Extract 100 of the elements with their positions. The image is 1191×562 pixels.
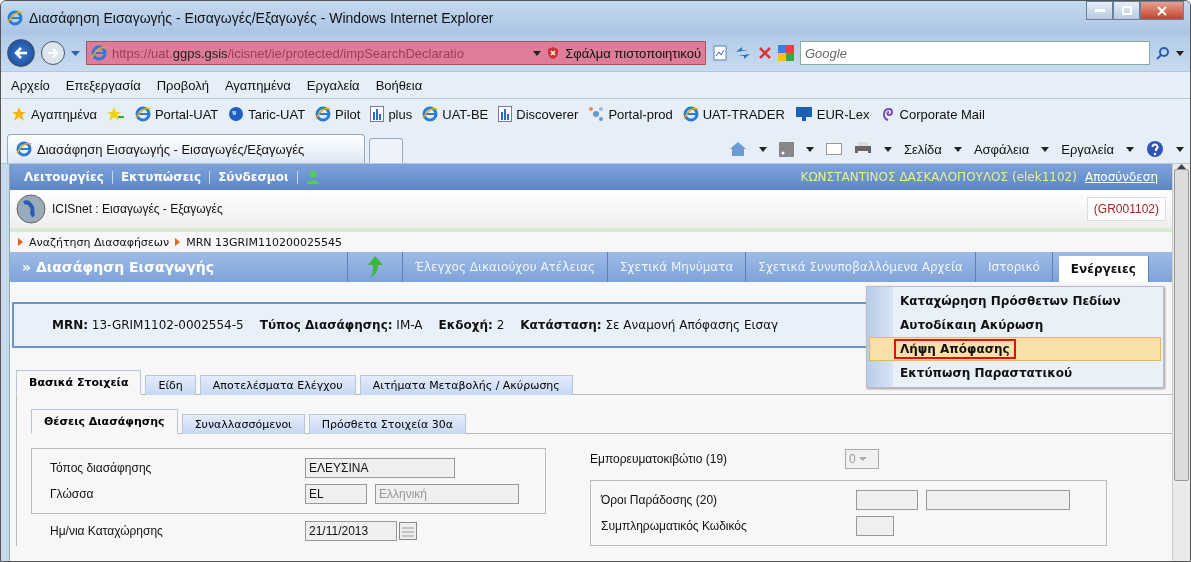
shield-error-icon — [546, 46, 561, 60]
tab[interactable]: Πρόσθετα Στοιχεία 30α — [308, 414, 466, 434]
field-label: Ημ/νια Καταχώρησης — [50, 524, 164, 538]
browser-icon — [422, 106, 439, 122]
input-field[interactable] — [856, 490, 918, 510]
summary-field: Τύπος Διασάφησης: IM-A — [259, 318, 423, 332]
close-button[interactable] — [1140, 1, 1184, 20]
browser-icon — [315, 106, 332, 122]
calendar-icon[interactable] — [399, 522, 417, 540]
section-title: » Διασάφηση Εισαγωγής — [10, 252, 348, 282]
menu-item[interactable]: Καταχώρηση Πρόσθετων Πεδίων — [869, 289, 1161, 313]
stop-icon[interactable] — [758, 46, 772, 60]
caret-icon — [883, 146, 892, 152]
menu-item[interactable]: Λήψη Απόφασης — [869, 337, 1161, 361]
tab[interactable]: Θέσεις Διασάφησης — [31, 409, 178, 434]
dropdown-icon[interactable] — [71, 50, 80, 56]
tab[interactable]: Αιτήματα Μεταβολής / Ακύρωσης — [359, 375, 573, 395]
menu-item[interactable]: Επεξεργασία — [65, 77, 141, 93]
favorite-link[interactable]: Taric-UAT — [228, 106, 306, 122]
certificate-error[interactable]: Σφάλμα πιστοποιητικού — [565, 45, 701, 61]
command-menu[interactable]: Εργαλεία — [1061, 141, 1114, 157]
favorite-link[interactable]: EUR-Lex — [794, 106, 870, 122]
star-icon — [11, 106, 27, 122]
field-label: Συμπληρωματικός Κωδικός — [601, 519, 748, 533]
menu-item[interactable]: Εκτύπωση Παραστατικού — [869, 361, 1161, 385]
menu-item[interactable]: Αγαπημένα — [224, 77, 291, 93]
forward-button[interactable] — [41, 41, 65, 65]
favorite-link[interactable]: Portal-UAT — [134, 106, 219, 122]
breadcrumb-link[interactable]: MRN 13GRIM110200025545 — [186, 235, 342, 249]
favorites-button[interactable]: Αγαπημένα — [11, 106, 97, 122]
search-field[interactable]: Google — [800, 41, 1150, 65]
search-icon[interactable] — [1156, 46, 1170, 60]
browser-icon — [7, 10, 23, 26]
input-field[interactable] — [856, 516, 894, 536]
field-label: Τόπος διασάφησης — [50, 461, 153, 475]
user-name: ΚΩΝΣΤΑΝΤΙΝΟΣ ΔΑΣΚΑΛΟΠΟΥΛΟΣ (elek1102) — [800, 170, 1077, 184]
input-field[interactable]: EL — [305, 484, 367, 504]
chart-icon — [370, 106, 385, 122]
menu-item[interactable]: Βοήθεια — [375, 77, 423, 93]
caret-icon — [1126, 146, 1134, 152]
address-bar[interactable]: https://uat.ggps.gsis/icisnet/ie/protected/impSearchDeclaratio Σφάλμα πιστοποιητικού — [86, 41, 706, 65]
maximize-button[interactable] — [1113, 1, 1140, 20]
favorite-link[interactable]: Portal-prod — [588, 106, 673, 122]
caret-icon — [533, 50, 542, 56]
input-field[interactable] — [926, 490, 1070, 510]
menu-item[interactable]: Αυτοδίκαιη Ακύρωση — [869, 313, 1161, 337]
caret-icon — [1176, 146, 1184, 152]
compatibility-icon[interactable] — [712, 45, 728, 61]
summary-field: Εκδοχή: 2 — [438, 318, 505, 332]
favorite-link[interactable]: UAT-TRADER — [682, 106, 785, 122]
menu-item[interactable]: Αρχείο — [11, 77, 50, 93]
globe-logo-icon — [16, 194, 46, 224]
arrow-icon — [18, 238, 23, 246]
field-label: Γλώσσα — [50, 487, 95, 501]
caret-icon — [858, 457, 867, 461]
favorite-link[interactable]: Discoverer — [498, 106, 579, 122]
tab[interactable]: Συναλλασσόμενοι — [181, 414, 305, 434]
caret-icon — [1176, 50, 1184, 56]
command-menu[interactable]: Σελίδα — [903, 141, 942, 157]
home-icon[interactable] — [728, 141, 747, 157]
office-code: (GR001102) — [1086, 197, 1166, 221]
back-button[interactable] — [7, 39, 35, 67]
close-icon — [1157, 5, 1167, 16]
caret-icon — [758, 146, 767, 152]
browser-icon — [682, 106, 699, 122]
breadcrumb-link[interactable]: Αναζήτηση Διασαφήσεων — [29, 235, 170, 249]
favorite-link[interactable]: UAT-BE — [422, 106, 489, 122]
browser-icon — [16, 141, 32, 157]
browser-tab[interactable]: Διασάφηση Εισαγωγής - Εισαγωγές/Εξαγωγές — [7, 134, 365, 163]
date-field[interactable]: 21/11/2013 — [305, 521, 397, 541]
caret-icon — [953, 146, 962, 152]
nav-tab[interactable]: Ενέργειες — [1058, 256, 1149, 282]
chart-icon — [498, 106, 513, 122]
minimize-icon — [1094, 9, 1105, 12]
summary-field: MRN: 13-GRIM1102-0002554-5 — [52, 318, 244, 332]
menu-item[interactable]: Εργαλεία — [306, 77, 360, 93]
app-title: ICISnet : Εισαγωγές - Εξαγωγές — [52, 202, 224, 216]
scrollbar[interactable] — [1172, 164, 1190, 561]
field-label: Εμπορευματοκιβώτιο (19) — [590, 452, 729, 466]
command-menu[interactable]: Ασφάλεια — [973, 141, 1030, 157]
caret-icon — [805, 146, 814, 152]
input-field[interactable]: ΕΛΕΥΣΙΝΑ — [305, 458, 455, 478]
caret-icon — [1041, 146, 1050, 152]
favorite-link[interactable]: Corporate Mail — [879, 106, 985, 122]
browser-icon — [91, 45, 107, 61]
help-icon[interactable] — [1146, 140, 1164, 158]
menu-item[interactable]: Προβολή — [156, 77, 209, 93]
favorite-link[interactable]: plus — [370, 106, 413, 122]
maximize-icon — [1121, 6, 1132, 15]
refresh-icon[interactable] — [734, 45, 752, 61]
minimize-button[interactable] — [1086, 1, 1113, 20]
summary-field: Κατάσταση: Σε Αναμονή Απόφασης Εισαγ — [520, 318, 779, 332]
favorite-link[interactable]: Pilot — [315, 106, 361, 122]
tab[interactable]: Είδη — [145, 375, 196, 395]
tab[interactable]: Αποτελέσματα Ελέγχου — [199, 375, 356, 395]
new-tab-button[interactable] — [369, 138, 403, 163]
printer-icon[interactable] — [853, 141, 872, 157]
add-favorite-icon[interactable] — [106, 106, 125, 122]
browser-icon — [134, 106, 151, 122]
tab[interactable]: Βασικά Στοιχεία — [16, 370, 142, 395]
